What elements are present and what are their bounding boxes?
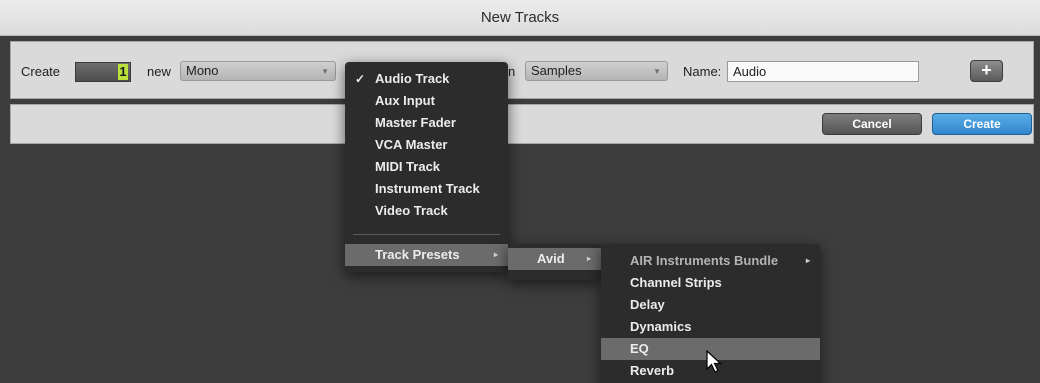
track-presets-submenu: Avid ▸ [508,244,601,280]
menu-item-label: Track Presets [375,247,460,262]
pointer-cursor-icon [706,350,723,373]
track-count-value: 1 [118,64,128,80]
menu-item-label: Reverb [630,363,675,378]
menu-item-instrument-track[interactable]: Instrument Track [345,178,508,200]
create-label: Create [21,64,61,79]
menu-item-video-track[interactable]: Video Track [345,200,508,222]
timebase-value: Samples [531,63,582,78]
menu-item-label: MIDI Track [375,159,441,174]
dropdown-arrow-icon: ▼ [653,67,661,76]
submenu-arrow-icon: ▸ [586,254,591,263]
menu-item-channel-strips[interactable]: Channel Strips [601,272,820,294]
menu-item-aux-input[interactable]: Aux Input [345,90,508,112]
timebase-dropdown[interactable]: Samples ▼ [525,61,668,81]
track-type-menu: ✓ Audio Track Aux Input Master Fader VCA… [345,62,508,272]
menu-item-label: EQ [630,341,649,356]
menu-item-avid[interactable]: Avid ▸ [508,248,601,270]
menu-item-label: Aux Input [375,93,435,108]
menu-item-vca-master[interactable]: VCA Master [345,134,508,156]
add-row-button[interactable]: + [970,60,1003,82]
menu-item-label: VCA Master [375,137,448,152]
menu-item-label: Delay [630,297,665,312]
menu-item-master-fader[interactable]: Master Fader [345,112,508,134]
window-title: New Tracks [480,9,560,26]
menu-item-delay[interactable]: Delay [601,294,820,316]
channel-format-value: Mono [186,63,219,78]
checkmark-icon: ✓ [355,72,366,86]
menu-item-midi-track[interactable]: MIDI Track [345,156,508,178]
menu-item-label: Instrument Track [375,181,480,196]
track-name-input[interactable] [727,61,919,82]
timebase-label: n [508,64,516,79]
menu-item-dynamics[interactable]: Dynamics [601,316,820,338]
menu-item-label: Master Fader [375,115,456,130]
plus-icon: + [981,60,992,80]
menu-item-label: Audio Track [375,71,450,86]
menu-item-label: AIR Instruments Bundle [630,253,779,268]
submenu-arrow-icon: ▸ [805,256,810,265]
submenu-arrow-icon: ▸ [493,250,498,259]
menu-item-track-presets[interactable]: Track Presets ▸ [345,244,508,266]
create-button[interactable]: Create [932,113,1032,135]
menu-item-air-instruments-bundle[interactable]: AIR Instruments Bundle ▸ [601,250,820,272]
channel-format-dropdown[interactable]: Mono ▼ [180,61,336,81]
menu-separator [353,234,500,235]
window-titlebar: New Tracks [0,0,1040,36]
menu-item-audio-track[interactable]: ✓ Audio Track [345,68,508,90]
menu-item-label: Dynamics [630,319,692,334]
track-count-field[interactable]: 1 [75,62,131,82]
new-label: new [147,64,171,79]
cancel-button[interactable]: Cancel [822,113,922,135]
menu-item-label: Avid [537,251,565,266]
name-label: Name: [683,64,722,79]
menu-item-label: Video Track [375,203,448,218]
menu-item-label: Channel Strips [630,275,722,290]
dropdown-arrow-icon: ▼ [321,67,329,76]
